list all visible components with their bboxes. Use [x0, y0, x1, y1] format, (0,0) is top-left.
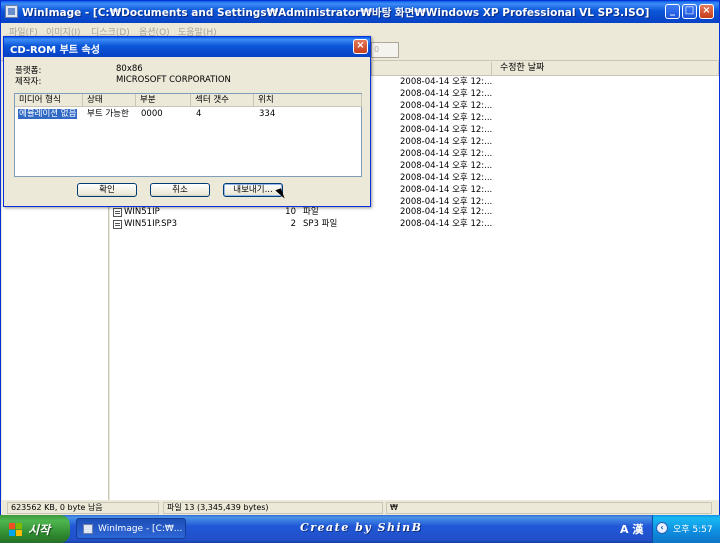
dialog-title-bar[interactable]: CD-ROM 부트 속성 × — [4, 37, 370, 57]
cdrom-boot-properties-dialog: CD-ROM 부트 속성 × 플랫폼: 80x86 제작자: MICROSOFT… — [3, 36, 371, 207]
title-bar[interactable]: WinImage - [C:₩Documents and Settings₩Ad… — [1, 1, 719, 23]
cancel-button[interactable]: 취소 — [150, 183, 210, 197]
window-title: WinImage - [C:₩Documents and Settings₩Ad… — [22, 7, 650, 19]
modified-date: 2008-04-14 오후 12:... — [400, 113, 493, 123]
credit-watermark: Create by ShinB — [300, 521, 423, 534]
app-icon — [83, 524, 93, 534]
language-indicator[interactable]: A 漢 — [620, 521, 643, 537]
start-button[interactable]: 시작 — [0, 515, 70, 543]
dialog-close-button[interactable]: × — [353, 39, 368, 54]
app-icon — [5, 5, 18, 18]
modified-date: 2008-04-14 오후 12:... — [400, 101, 493, 111]
file-icon — [113, 220, 122, 229]
column-part[interactable]: 부분 — [136, 94, 191, 107]
modified-date: 2008-04-14 오후 12:... — [400, 185, 493, 195]
column-location[interactable]: 위치 — [254, 94, 362, 107]
modified-date: 2008-04-14 오후 12:... — [400, 149, 493, 159]
taskbar-item-label: WinImage - [C:₩... — [98, 524, 183, 534]
status-cell: 부트 가능한 — [87, 109, 129, 119]
boot-media-list[interactable]: 미디어 형식 상태 부분 섹터 갯수 위치 에뮬레이션 없음 부트 가능한 00… — [14, 93, 362, 177]
list-row[interactable]: WIN51IP.SP3 2 SP3 파일 2008-04-14 오후 12:..… — [110, 218, 719, 230]
status-bar: 623562 KB, 0 byte 남음 파일 13 (3,345,439 by… — [1, 501, 719, 515]
export-button[interactable]: 내보내기... — [223, 183, 283, 197]
modified-date: 2008-04-14 오후 12:... — [400, 137, 493, 147]
modified-date: 2008-04-14 오후 12:... — [400, 77, 493, 87]
file-icon — [113, 208, 122, 217]
toolbar-field[interactable]: 0 — [371, 42, 399, 58]
column-sector-count[interactable]: 섹터 갯수 — [191, 94, 254, 107]
dialog-title: CD-ROM 부트 속성 — [10, 45, 100, 56]
modified-date: 2008-04-14 오후 12:... — [400, 219, 493, 229]
platform-value: 80x86 — [116, 64, 143, 74]
modified-date: 2008-04-14 오후 12:... — [400, 89, 493, 99]
part-cell: 0000 — [141, 109, 163, 119]
list-row[interactable]: WIN51IP 10 파일 2008-04-14 오후 12:... — [110, 206, 719, 218]
column-status[interactable]: 상태 — [83, 94, 136, 107]
file-type: 파일 — [303, 207, 319, 217]
file-size: 2 — [290, 219, 296, 229]
maker-value: MICROSOFT CORPORATION — [116, 75, 231, 85]
file-type: SP3 파일 — [303, 219, 338, 229]
tray-chevron-icon[interactable]: ‹ — [656, 522, 668, 534]
status-free-space: 623562 KB, 0 byte 남음 — [7, 502, 159, 514]
maximize-button[interactable]: □ — [682, 4, 697, 19]
file-size: 10 — [285, 207, 296, 217]
close-button[interactable]: × — [699, 4, 714, 19]
location-cell: 334 — [259, 109, 276, 119]
column-media-type[interactable]: 미디어 형식 — [15, 94, 83, 107]
minimize-button[interactable]: _ — [665, 4, 680, 19]
modified-date: 2008-04-14 오후 12:... — [400, 125, 493, 135]
system-tray: ‹ 오후 5:57 — [652, 515, 720, 543]
status-file-count: 파일 13 (3,345,439 bytes) — [163, 502, 383, 514]
modified-date: 2008-04-14 오후 12:... — [400, 161, 493, 171]
windows-logo-icon — [9, 523, 22, 536]
taskbar-item-winimage[interactable]: WinImage - [C:₩... — [76, 518, 186, 539]
media-type-cell[interactable]: 에뮬레이션 없음 — [18, 109, 78, 119]
ok-button[interactable]: 확인 — [77, 183, 137, 197]
clock[interactable]: 오후 5:57 — [673, 522, 713, 535]
file-name: WIN51IP.SP3 — [124, 219, 178, 229]
mouse-cursor-icon — [275, 188, 285, 201]
sector-count-cell: 4 — [196, 109, 202, 119]
modified-date: 2008-04-14 오후 12:... — [400, 173, 493, 183]
column-header-date[interactable]: 수정한 날짜 — [492, 62, 719, 76]
taskbar: 시작 WinImage - [C:₩... Create by ShinB A … — [0, 515, 720, 543]
status-path: ₩ — [386, 502, 712, 514]
column-header-type[interactable] — [372, 62, 492, 76]
file-name: WIN51IP — [124, 207, 160, 217]
start-label: 시작 — [28, 523, 51, 537]
maker-label: 제작자: — [15, 77, 42, 87]
modified-date: 2008-04-14 오후 12:... — [400, 207, 493, 217]
